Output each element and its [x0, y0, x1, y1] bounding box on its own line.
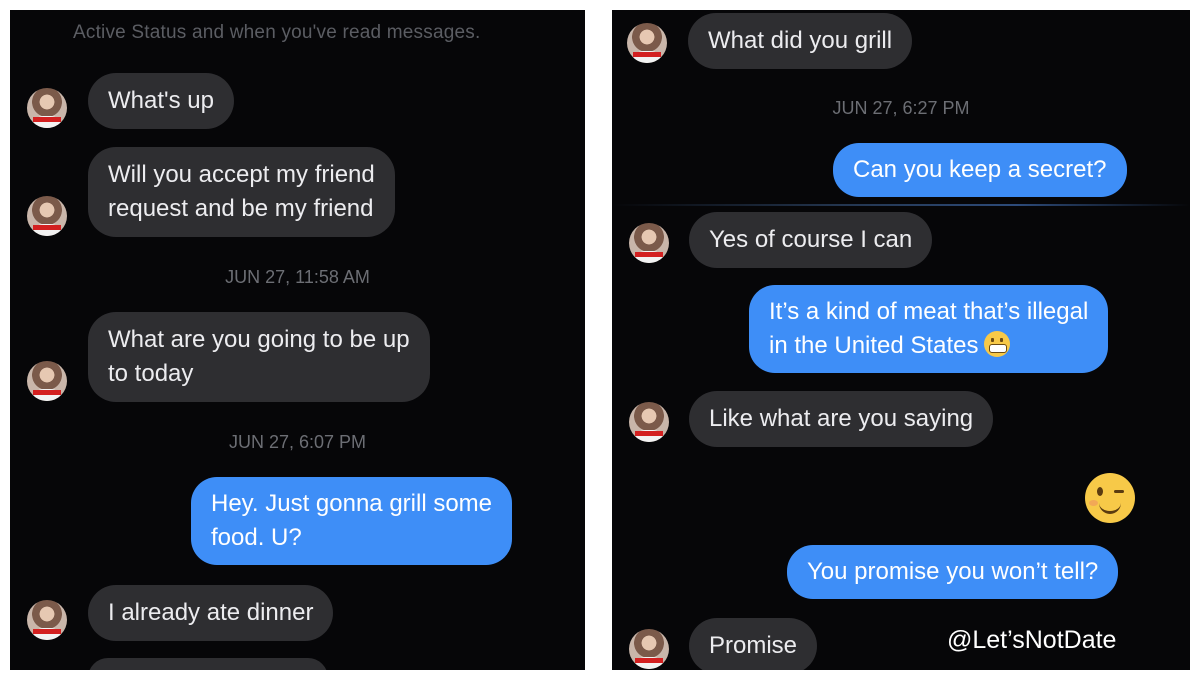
avatar[interactable]	[27, 196, 67, 236]
timestamp: JUN 27, 11:58 AM	[225, 267, 370, 287]
avatar[interactable]	[27, 600, 67, 640]
grimacing-face-icon	[984, 331, 1011, 357]
incoming-message-partial	[88, 658, 328, 670]
outgoing-message: Hey. Just gonna grill some food. U?	[191, 477, 513, 565]
timestamp: JUN 27, 6:07 PM	[228, 432, 367, 452]
chat-screenshot-left: Active Status and when you've read messa…	[10, 10, 585, 670]
chat-screenshot-right: What did you grill JUN 27, 6:27 PM Can y…	[612, 10, 1190, 670]
incoming-message: What did you grill	[688, 13, 913, 69]
timestamp: JUN 27, 6:27 PM	[832, 98, 970, 118]
avatar[interactable]	[27, 361, 67, 401]
incoming-message: What are you going to be up to today	[88, 312, 430, 402]
avatar[interactable]	[627, 23, 667, 63]
watermark: @Let’sNotDate	[947, 626, 1117, 654]
avatar[interactable]	[629, 629, 669, 669]
avatar[interactable]	[629, 402, 669, 442]
avatar[interactable]	[27, 88, 67, 128]
incoming-message: Yes of course I can	[689, 212, 933, 268]
incoming-message: Will you accept my friend request and be…	[88, 147, 395, 237]
avatar[interactable]	[629, 223, 669, 263]
outgoing-message: Can you keep a secret?	[833, 143, 1127, 197]
outgoing-message: It’s a kind of meat that’s illegal in th…	[749, 285, 1109, 373]
incoming-message: I already ate dinner	[88, 585, 334, 641]
winking-face-icon	[1085, 473, 1135, 523]
incoming-message: Like what are you saying	[689, 391, 994, 447]
screenshot-seam	[612, 204, 1190, 206]
outgoing-message: You promise you won’t tell?	[787, 545, 1119, 599]
incoming-message: What's up	[88, 73, 234, 129]
incoming-message: Promise	[689, 618, 818, 670]
status-note: Active Status and when you've read messa…	[73, 22, 481, 43]
